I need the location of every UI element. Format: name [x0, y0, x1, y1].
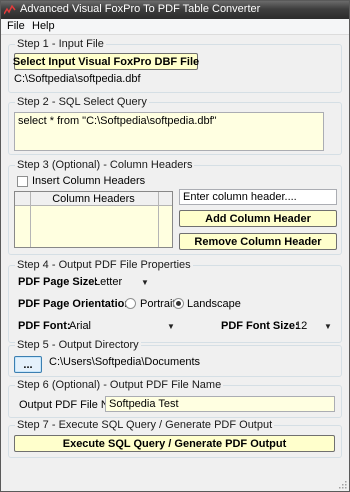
step6-legend: Step 6 (Optional) - Output PDF File Name	[15, 379, 224, 391]
page-size-label: PDF Page Size:	[18, 276, 99, 288]
step2-legend: Step 2 - SQL Select Query	[15, 96, 149, 108]
app-window: Advanced Visual FoxPro To PDF Table Conv…	[0, 0, 350, 492]
output-directory-path: C:\Users\Softpedia\Documents	[49, 356, 201, 368]
font-label: PDF Font:	[18, 320, 71, 332]
grid-header-label: Column Headers	[52, 192, 135, 205]
page-size-dropdown-icon[interactable]: ▼	[141, 278, 149, 287]
remove-column-header-button[interactable]: Remove Column Header	[179, 233, 337, 250]
resize-grip-icon[interactable]	[337, 479, 347, 489]
landscape-label: Landscape	[187, 298, 241, 310]
font-size-select[interactable]: 12	[295, 320, 307, 332]
column-headers-grid[interactable]: Column Headers	[14, 191, 173, 248]
input-file-path: C:\Softpedia\softpedia.dbf	[14, 73, 141, 85]
orientation-label: PDF Page Orientation:	[18, 298, 135, 310]
output-filename-input[interactable]: Softpedia Test	[105, 396, 335, 412]
step4-legend: Step 4 - Output PDF File Properties	[15, 259, 193, 271]
landscape-radio[interactable]	[173, 298, 184, 309]
step7-legend: Step 7 - Execute SQL Query / Generate PD…	[15, 419, 275, 431]
page-size-select[interactable]: Letter	[94, 276, 122, 288]
execute-generate-button[interactable]: Execute SQL Query / Generate PDF Output	[14, 435, 335, 452]
insert-headers-label: Insert Column Headers	[32, 175, 146, 187]
column-headers-grid-header: Column Headers	[15, 192, 172, 206]
title-bar[interactable]: Advanced Visual FoxPro To PDF Table Conv…	[1, 1, 349, 19]
step5-legend: Step 5 - Output Directory	[15, 339, 141, 351]
menu-file[interactable]: File	[5, 20, 27, 32]
menu-help[interactable]: Help	[30, 20, 57, 32]
font-dropdown-icon[interactable]: ▼	[167, 322, 175, 331]
sql-query-input[interactable]: select * from "C:\Softpedia\softpedia.db…	[14, 112, 324, 151]
font-size-label: PDF Font Size:	[221, 320, 299, 332]
menu-bar: File Help	[1, 19, 349, 35]
app-icon	[4, 4, 16, 15]
add-column-header-button[interactable]: Add Column Header	[179, 210, 337, 227]
browse-directory-button[interactable]: ...	[14, 356, 42, 373]
portrait-radio[interactable]	[125, 298, 136, 309]
column-header-input[interactable]: Enter column header....	[179, 189, 337, 205]
font-size-dropdown-icon[interactable]: ▼	[324, 322, 332, 331]
insert-headers-checkbox[interactable]	[17, 176, 28, 187]
select-input-file-button[interactable]: Select Input Visual FoxPro DBF File	[13, 53, 199, 70]
font-select[interactable]: Arial	[69, 320, 91, 332]
grid-row-header-divider	[30, 192, 31, 247]
step3-legend: Step 3 (Optional) - Column Headers	[15, 159, 195, 171]
grid-column-divider	[158, 192, 159, 247]
window-title: Advanced Visual FoxPro To PDF Table Conv…	[20, 3, 261, 15]
portrait-label: Portrait	[140, 298, 176, 310]
step1-legend: Step 1 - Input File	[15, 38, 106, 50]
